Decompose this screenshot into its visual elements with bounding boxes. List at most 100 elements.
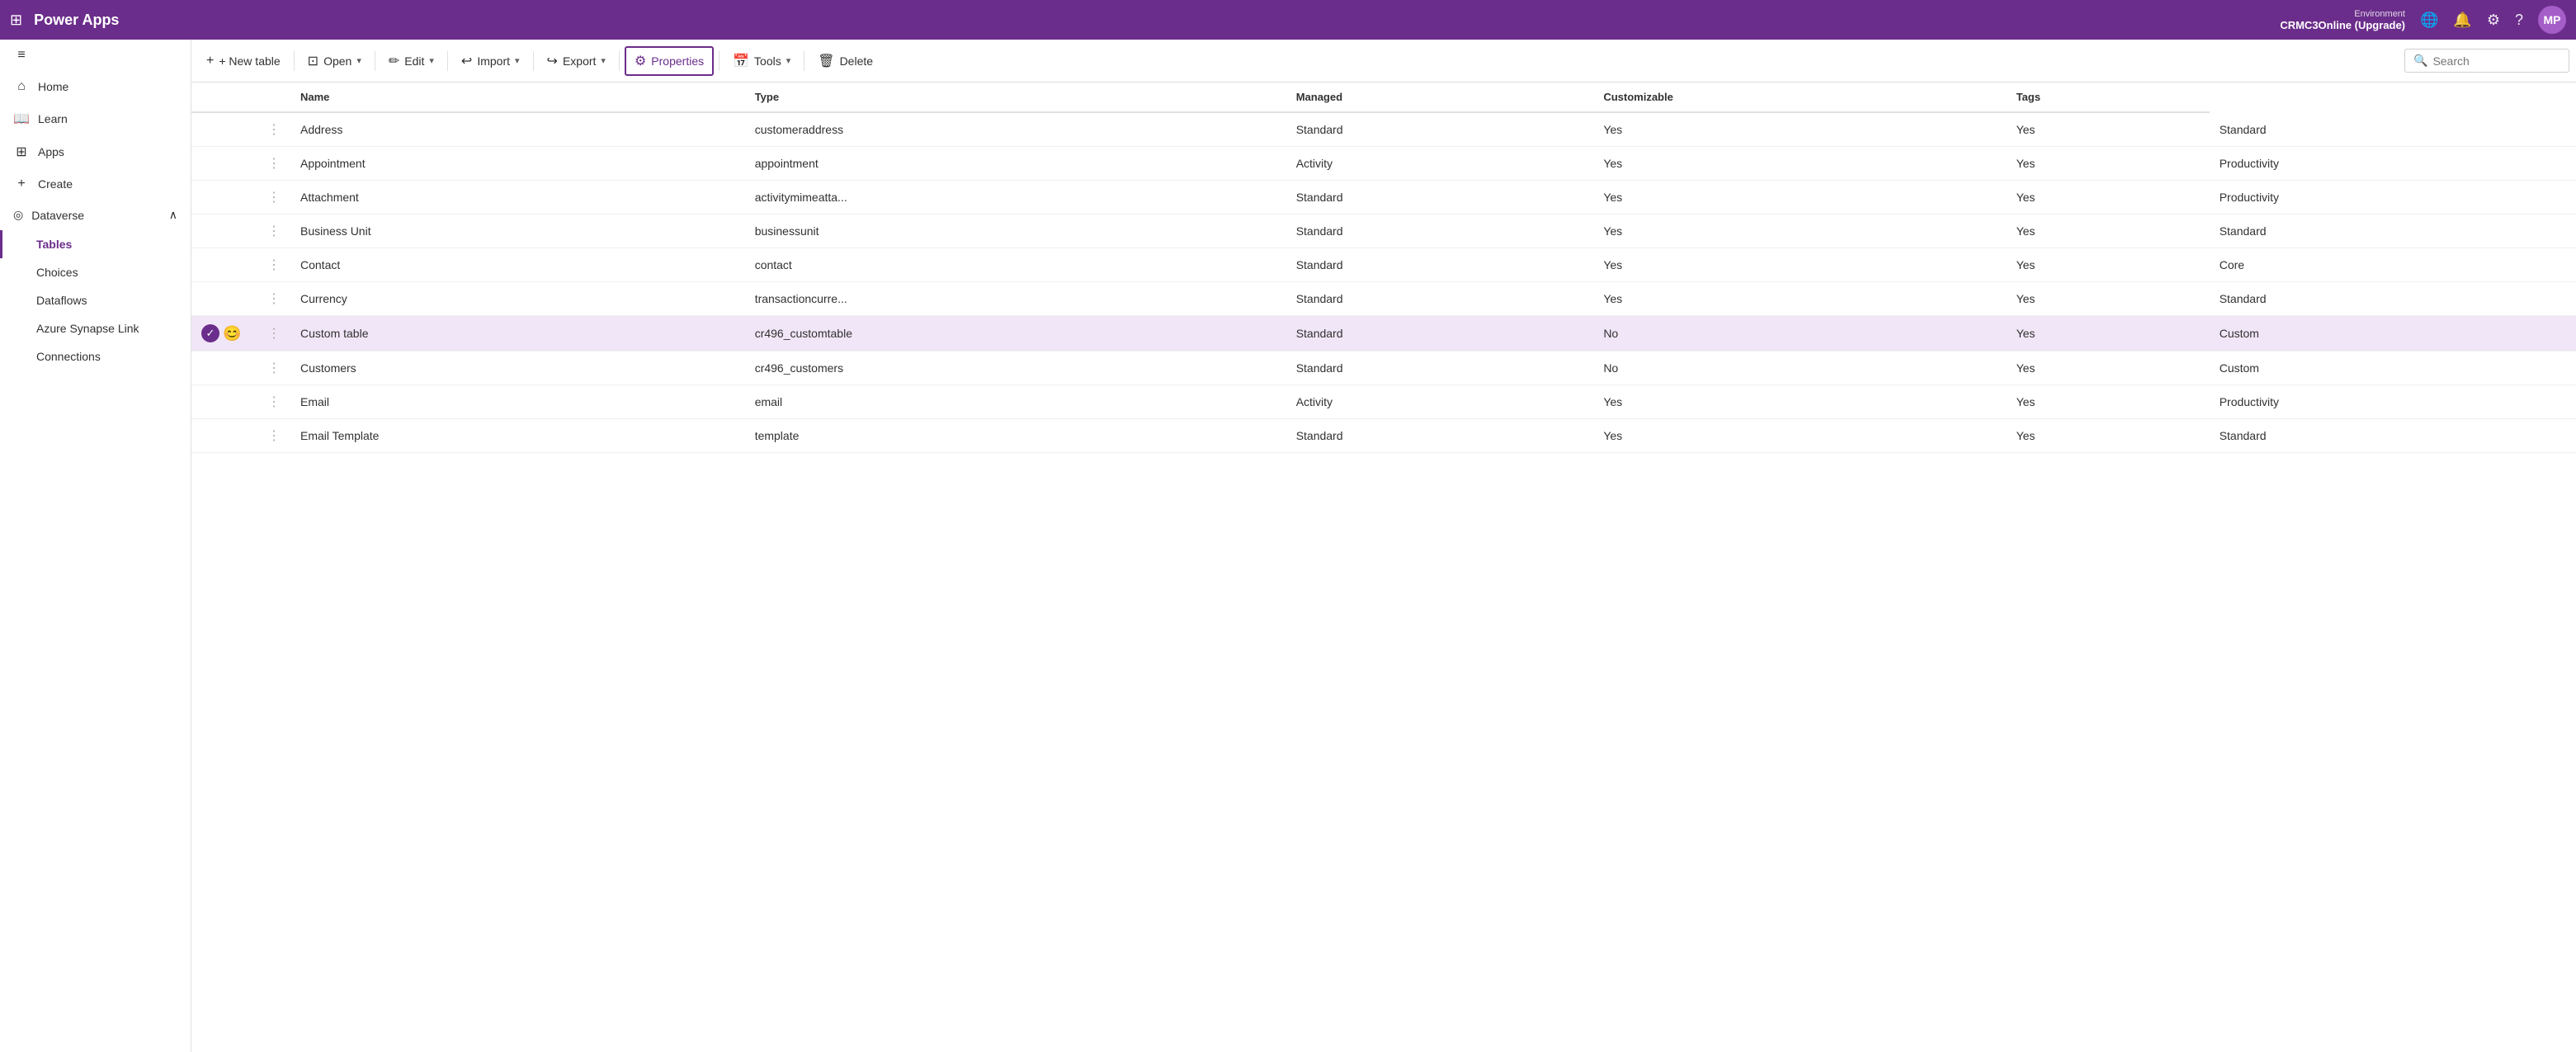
tools-button[interactable]: 📅 Tools ▾ bbox=[724, 48, 799, 74]
row-name: Email bbox=[290, 385, 745, 419]
main-area: + + New table ⊡ Open ▾ ✏ Edit ▾ ↩ Import… bbox=[191, 40, 2576, 1052]
row-dots-menu[interactable]: ⋮ bbox=[257, 248, 290, 282]
open-icon: ⊡ bbox=[308, 53, 318, 69]
row-name: Custom table bbox=[290, 316, 745, 351]
col-icons bbox=[191, 83, 257, 112]
emoji-icon: 😊 bbox=[223, 325, 241, 342]
help-icon[interactable]: ? bbox=[2515, 12, 2523, 29]
row-dots-menu[interactable]: ⋮ bbox=[257, 112, 290, 147]
edit-icon: ✏ bbox=[389, 53, 399, 69]
properties-button[interactable]: ⚙ Properties bbox=[625, 46, 714, 76]
sidebar-item-learn[interactable]: 📖 Learn bbox=[0, 102, 191, 135]
apps-grid-icon[interactable]: ⊞ bbox=[10, 12, 22, 29]
col-customizable: Customizable bbox=[1593, 83, 2006, 112]
dataverse-left: ◎ Dataverse bbox=[13, 208, 84, 222]
sidebar-item-azure-synapse[interactable]: Azure Synapse Link bbox=[0, 314, 191, 342]
row-dots-menu[interactable]: ⋮ bbox=[257, 282, 290, 316]
row-customizable: Yes bbox=[2007, 112, 2210, 147]
sidebar-dataverse-section[interactable]: ◎ Dataverse ∧ bbox=[0, 200, 191, 230]
row-logical-name: activitymimeatta... bbox=[745, 181, 1286, 215]
sidebar-item-connections[interactable]: Connections bbox=[0, 342, 191, 370]
check-icon: ✓ bbox=[201, 324, 219, 342]
export-button[interactable]: ↪ Export ▾ bbox=[539, 48, 614, 74]
delete-label: Delete bbox=[840, 54, 873, 68]
row-dots-menu[interactable]: ⋮ bbox=[257, 181, 290, 215]
env-name: CRMC3Online (Upgrade) bbox=[2280, 19, 2405, 31]
row-logical-name: transactioncurre... bbox=[745, 282, 1286, 316]
table-row[interactable]: ⋮EmailemailActivityYesYesProductivity bbox=[191, 385, 2576, 419]
table-row[interactable]: ⋮Customerscr496_customersStandardNoYesCu… bbox=[191, 351, 2576, 385]
row-customizable: Yes bbox=[2007, 419, 2210, 453]
sidebar-item-create[interactable]: + Create bbox=[0, 168, 191, 200]
import-label: Import bbox=[477, 54, 510, 68]
sidebar-item-apps[interactable]: ⊞ Apps bbox=[0, 135, 191, 168]
row-tags: Productivity bbox=[2210, 385, 2576, 419]
table-row[interactable]: ⋮Currencytransactioncurre...StandardYesY… bbox=[191, 282, 2576, 316]
table-row[interactable]: ✓😊⋮Custom tablecr496_customtableStandard… bbox=[191, 316, 2576, 351]
row-name: Appointment bbox=[290, 147, 745, 181]
row-name: Email Template bbox=[290, 419, 745, 453]
row-tags: Productivity bbox=[2210, 147, 2576, 181]
open-chevron-icon: ▾ bbox=[356, 55, 361, 66]
row-tags: Productivity bbox=[2210, 181, 2576, 215]
new-table-button[interactable]: + + New table bbox=[198, 49, 289, 73]
globe-icon[interactable]: 🌐 bbox=[2420, 12, 2438, 29]
divider-4 bbox=[533, 51, 534, 71]
row-icons-cell bbox=[191, 181, 257, 215]
sidebar-item-home[interactable]: ⌂ Home bbox=[0, 71, 191, 102]
row-dots-menu[interactable]: ⋮ bbox=[257, 385, 290, 419]
row-dots-menu[interactable]: ⋮ bbox=[257, 215, 290, 248]
search-input[interactable] bbox=[2432, 54, 2560, 68]
row-icons-cell bbox=[191, 282, 257, 316]
row-dots-menu[interactable]: ⋮ bbox=[257, 316, 290, 351]
sidebar-item-tables[interactable]: Tables bbox=[0, 230, 191, 258]
row-dots-menu[interactable]: ⋮ bbox=[257, 351, 290, 385]
sidebar-item-choices[interactable]: Choices bbox=[0, 258, 191, 286]
table-body: ⋮AddresscustomeraddressStandardYesYesSta… bbox=[191, 112, 2576, 453]
row-managed: Yes bbox=[1593, 181, 2006, 215]
row-icons-cell bbox=[191, 419, 257, 453]
export-icon: ↪ bbox=[547, 53, 558, 69]
row-name: Business Unit bbox=[290, 215, 745, 248]
row-type: Standard bbox=[1286, 316, 1594, 351]
bell-icon[interactable]: 🔔 bbox=[2453, 12, 2471, 29]
table-row[interactable]: ⋮Attachmentactivitymimeatta...StandardYe… bbox=[191, 181, 2576, 215]
home-icon: ⌂ bbox=[13, 79, 30, 94]
table-row[interactable]: ⋮ContactcontactStandardYesYesCore bbox=[191, 248, 2576, 282]
sidebar-item-dataflows[interactable]: Dataflows bbox=[0, 286, 191, 314]
toolbar: + + New table ⊡ Open ▾ ✏ Edit ▾ ↩ Import… bbox=[191, 40, 2576, 83]
export-chevron-icon: ▾ bbox=[601, 55, 606, 66]
row-tags: Standard bbox=[2210, 112, 2576, 147]
table-row[interactable]: ⋮Business UnitbusinessunitStandardYesYes… bbox=[191, 215, 2576, 248]
row-dots-menu[interactable]: ⋮ bbox=[257, 147, 290, 181]
table-row[interactable]: ⋮Email TemplatetemplateStandardYesYesSta… bbox=[191, 419, 2576, 453]
sidebar-collapse-button[interactable]: ≡ bbox=[0, 40, 191, 71]
row-name: Attachment bbox=[290, 181, 745, 215]
gear-icon[interactable]: ⚙ bbox=[2487, 12, 2500, 29]
row-dots-menu[interactable]: ⋮ bbox=[257, 419, 290, 453]
choices-label: Choices bbox=[36, 266, 78, 279]
search-box[interactable]: 🔍 bbox=[2404, 49, 2569, 73]
row-type: Standard bbox=[1286, 282, 1594, 316]
row-managed: Yes bbox=[1593, 215, 2006, 248]
table-row[interactable]: ⋮AppointmentappointmentActivityYesYesPro… bbox=[191, 147, 2576, 181]
row-name: Contact bbox=[290, 248, 745, 282]
topbar-right: Environment CRMC3Online (Upgrade) 🌐 🔔 ⚙ … bbox=[2280, 6, 2566, 34]
properties-label: Properties bbox=[651, 54, 704, 68]
row-logical-name: customeraddress bbox=[745, 112, 1286, 147]
row-name: Currency bbox=[290, 282, 745, 316]
row-type: Standard bbox=[1286, 419, 1594, 453]
divider-1 bbox=[294, 51, 295, 71]
brand-title: Power Apps bbox=[34, 12, 2272, 29]
row-managed: Yes bbox=[1593, 112, 2006, 147]
edit-button[interactable]: ✏ Edit ▾ bbox=[380, 48, 442, 74]
row-type: Standard bbox=[1286, 215, 1594, 248]
sidebar: ≡ ⌂ Home 📖 Learn ⊞ Apps + Create ◎ Datav… bbox=[0, 40, 191, 1052]
row-type: Standard bbox=[1286, 112, 1594, 147]
avatar[interactable]: MP bbox=[2538, 6, 2566, 34]
table-row[interactable]: ⋮AddresscustomeraddressStandardYesYesSta… bbox=[191, 112, 2576, 147]
environment-info[interactable]: Environment CRMC3Online (Upgrade) bbox=[2280, 9, 2405, 31]
open-button[interactable]: ⊡ Open ▾ bbox=[300, 48, 370, 74]
import-button[interactable]: ↩ Import ▾ bbox=[453, 48, 528, 74]
delete-button[interactable]: 🗑 Delete bbox=[809, 48, 881, 74]
